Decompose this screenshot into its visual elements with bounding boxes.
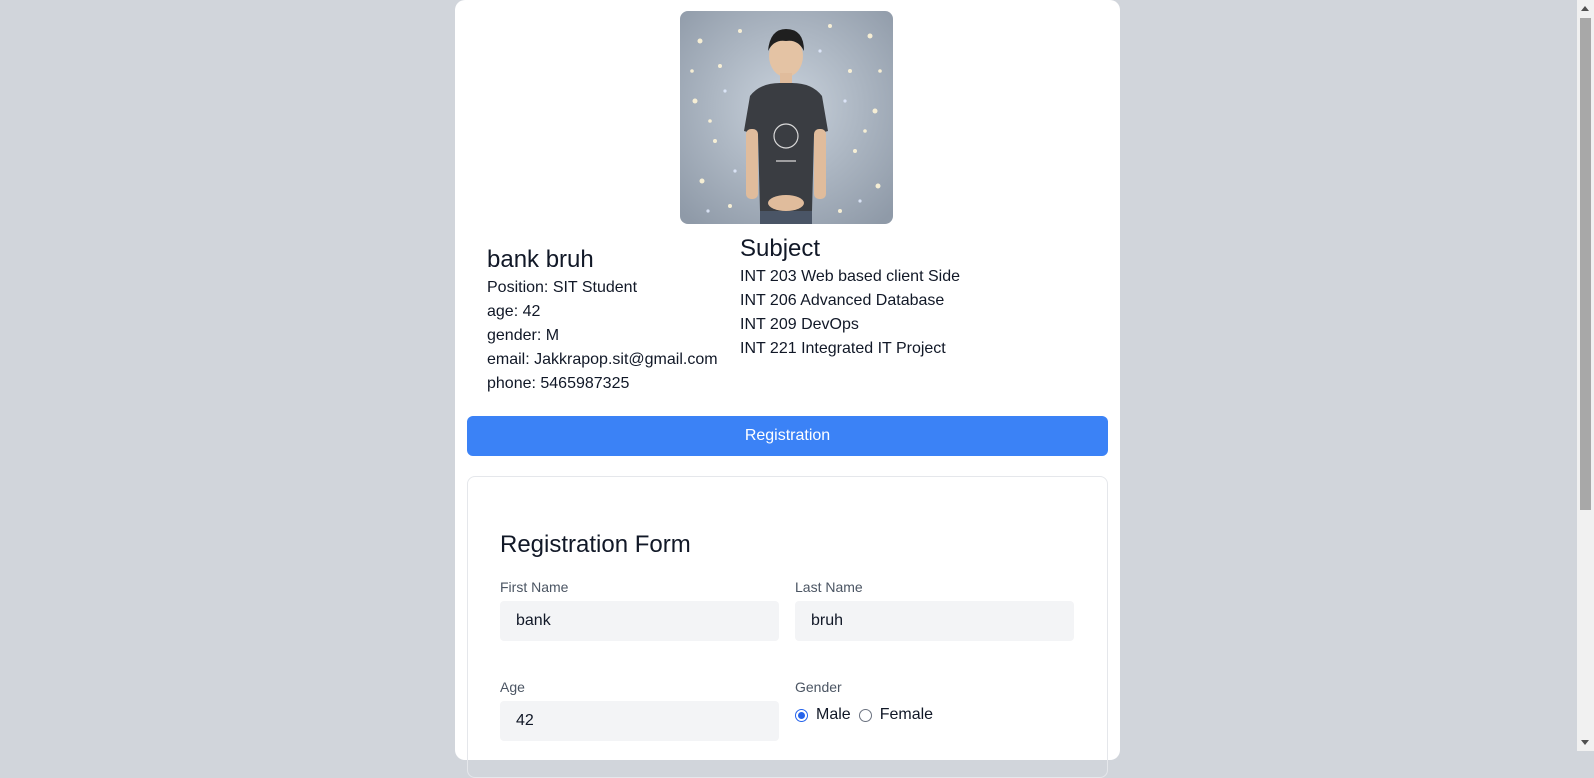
profile-age: age: 42 xyxy=(487,303,541,320)
age-input[interactable] xyxy=(500,701,779,741)
scroll-up-arrow-icon[interactable] xyxy=(1581,6,1589,11)
subject-item: INT 209 DevOps xyxy=(740,316,859,333)
profile-info: bank bruh Position: SIT Student age: 42 … xyxy=(487,244,718,396)
scroll-thumb[interactable] xyxy=(1580,18,1591,510)
last-name-label: Last Name xyxy=(795,579,863,595)
profile-card: bank bruh Position: SIT Student age: 42 … xyxy=(455,0,1120,778)
scroll-down-arrow-icon[interactable] xyxy=(1581,740,1589,745)
registration-form: Registration Form First Name Last Name A… xyxy=(467,476,1108,778)
gender-female-radio[interactable] xyxy=(858,708,872,722)
subject-title: Subject xyxy=(740,235,821,262)
last-name-input[interactable] xyxy=(795,601,1074,641)
page-scrollbar[interactable] xyxy=(1577,0,1594,751)
form-title: Registration Form xyxy=(500,531,691,558)
profile-photo xyxy=(680,11,893,224)
subject-list: Subject INT 203 Web based client Side IN… xyxy=(740,233,960,361)
profile-position: Position: SIT Student xyxy=(487,279,638,296)
profile-photo-image xyxy=(680,11,893,224)
subject-item: INT 203 Web based client Side xyxy=(740,268,960,285)
gender-label: Gender xyxy=(795,679,842,695)
first-name-input[interactable] xyxy=(500,601,779,641)
subject-item: INT 206 Advanced Database xyxy=(740,292,945,309)
first-name-label: First Name xyxy=(500,579,569,595)
profile-email: email: Jakkrapop.sit@gmail.com xyxy=(487,351,718,368)
age-label: Age xyxy=(500,679,525,695)
registration-button[interactable]: Registration xyxy=(467,416,1108,456)
gender-male-radio[interactable] xyxy=(795,708,808,722)
gender-radio-group: Male Female xyxy=(795,706,933,724)
gender-female-label[interactable]: Female xyxy=(880,706,933,724)
profile-gender: gender: M xyxy=(487,327,560,344)
profile-phone: phone: 5465987325 xyxy=(487,375,630,392)
profile-name: bank bruh xyxy=(487,246,594,273)
gender-male-label[interactable]: Male xyxy=(816,706,851,724)
subject-item: INT 221 Integrated IT Project xyxy=(740,340,946,357)
